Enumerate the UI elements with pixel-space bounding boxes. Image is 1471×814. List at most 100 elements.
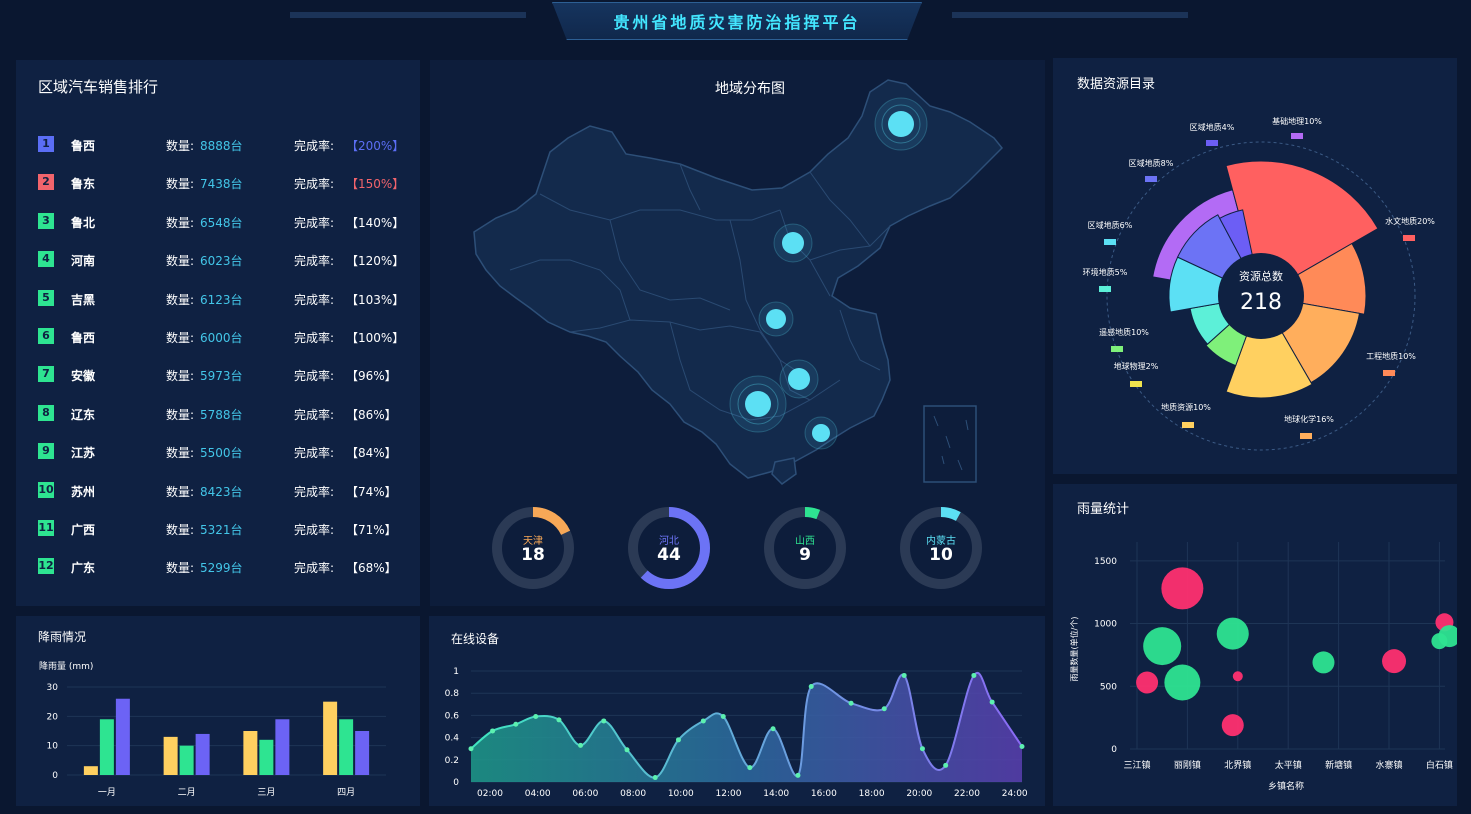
south-sea-inset <box>923 405 977 483</box>
rank-badge: 7 <box>38 366 54 383</box>
bubble-point <box>1143 627 1182 666</box>
rose-legend-mark <box>1104 239 1116 245</box>
hotspot-dot <box>888 111 914 137</box>
rose-legend-mark <box>1182 422 1194 428</box>
ranking-row: 6 鲁西 数量: 6000台 完成率: 【100%】 <box>16 326 416 346</box>
rain-ytick: 30 <box>47 683 59 693</box>
rate-value: 【150%】 <box>346 177 405 192</box>
hotspot-dot <box>745 391 771 417</box>
header: 贵州省地质灾害防治指挥平台 <box>0 0 1471 50</box>
bubble-point <box>1431 633 1448 650</box>
online-ytick: 0.2 <box>445 756 459 766</box>
rose-label: 地球化学16% <box>1284 414 1334 424</box>
qty-value: 5788台 <box>200 407 243 422</box>
rate-value: 【200%】 <box>346 139 405 153</box>
catalog-panel: 数据资源目录 资源总数 218 基础地理10% 区域地质4% 区域地质8% 区域地质6… <box>1053 58 1457 474</box>
rate-label: 完成率: <box>294 139 335 153</box>
qty-label: 数量: <box>166 331 195 345</box>
rank-badge: 12 <box>38 558 54 575</box>
rose-label: 水文地质20% <box>1385 216 1435 226</box>
rate-label: 完成率: <box>294 292 335 307</box>
map-panel: 地域分布图 天津 18 河北 44 山西 9 内蒙古 10 <box>430 60 1045 606</box>
rain-bar <box>195 733 210 775</box>
ranking-row: 2 鲁东 数量: 7438台 完成率: 【150%】 <box>16 172 416 192</box>
rain-xtick: 二月 <box>178 787 196 798</box>
region-name: 河南 <box>71 254 96 269</box>
rate-value: 【68%】 <box>346 561 397 576</box>
china-map <box>473 79 1004 589</box>
qty-label: 数量: <box>166 139 195 153</box>
rate-value: 【100%】 <box>346 331 405 345</box>
online-ytick: 1 <box>453 667 459 677</box>
rose-legend-mark <box>1145 176 1157 182</box>
ring-value: 10 <box>929 545 953 565</box>
rain-bar <box>323 701 338 775</box>
hotspot-dot <box>788 368 810 390</box>
qty-label: 数量: <box>166 446 195 461</box>
online-point <box>770 726 776 732</box>
rank-badge: 3 <box>38 212 54 229</box>
rate-value: 【120%】 <box>346 254 405 269</box>
online-xtick: 06:00 <box>572 789 598 799</box>
rain-bar <box>259 739 274 775</box>
bubble-xlabel: 乡镇名称 <box>1268 780 1304 792</box>
qty-label: 数量: <box>166 254 195 269</box>
bubble-xtick: 北界镇 <box>1224 759 1251 771</box>
rose-label: 遥感地质10% <box>1099 327 1149 337</box>
region-name: 鲁北 <box>71 215 96 230</box>
region-name: 鲁西 <box>71 139 96 153</box>
bubble-point <box>1382 649 1407 674</box>
rose-center-value: 218 <box>1240 290 1282 315</box>
qty-value: 8423台 <box>200 484 243 499</box>
rate-label: 完成率: <box>294 331 335 345</box>
qty-value: 8888台 <box>200 139 243 153</box>
bubble-point <box>1216 617 1249 650</box>
ranking-row: 10 苏州 数量: 8423台 完成率: 【74%】 <box>16 480 416 500</box>
hotspot-dot <box>812 424 830 442</box>
region-name: 广东 <box>71 561 96 576</box>
ranking-row: 1 鲁西 数量: 8888台 完成率: 【200%】 <box>16 134 416 154</box>
rate-value: 【86%】 <box>346 407 397 422</box>
online-point <box>919 746 925 752</box>
qty-label: 数量: <box>166 369 195 384</box>
qty-label: 数量: <box>166 484 195 499</box>
rain-bar <box>115 698 130 775</box>
rain-ytick: 0 <box>52 771 58 781</box>
rose-legend-mark <box>1403 235 1415 241</box>
bubble-xtick: 丽刚镇 <box>1174 759 1201 771</box>
bubble-ytick: 0 <box>1111 745 1117 755</box>
rank-badge: 6 <box>38 328 54 344</box>
online-point <box>578 742 584 748</box>
rose-center-label: 资源总数 <box>1239 269 1283 283</box>
bubble-ytick: 500 <box>1100 682 1117 692</box>
ranking-row: 4 河南 数量: 6023台 完成率: 【120%】 <box>16 249 416 269</box>
online-ytick: 0.6 <box>445 711 460 721</box>
rose-legend-mark <box>1111 346 1123 352</box>
hainan-island <box>771 457 797 485</box>
bubble-point <box>1221 714 1244 737</box>
online-area-chart: 0 0.2 0.4 0.6 0.8 1 02:00 04:00 06:00 08:00 10:00 1… <box>445 667 1028 799</box>
hotspot-dot <box>782 232 804 254</box>
online-ytick: 0 <box>453 778 459 788</box>
ranking-row: 9 江苏 数量: 5500台 完成率: 【84%】 <box>16 441 416 461</box>
online-xtick: 04:00 <box>525 789 551 799</box>
rate-label: 完成率: <box>294 561 335 576</box>
online-xtick: 12:00 <box>716 789 742 799</box>
rose-legend-mark <box>1206 140 1218 146</box>
rose-legend-mark <box>1130 381 1142 387</box>
rate-label: 完成率: <box>294 369 335 384</box>
ring-value: 18 <box>521 545 545 565</box>
region-name: 鲁西 <box>71 331 96 345</box>
bubble-point <box>1161 567 1204 610</box>
rose-label: 地质资源10% <box>1161 402 1211 412</box>
rose-legend-mark <box>1291 133 1303 139</box>
qty-value: 6000台 <box>200 331 243 345</box>
rain-xtick: 四月 <box>337 787 355 798</box>
bubble-point <box>1232 671 1243 682</box>
rate-label: 完成率: <box>294 177 335 192</box>
rain-bar <box>275 719 290 775</box>
online-panel: 在线设备 0 0.2 0.4 0.6 0.8 1 02:00 04:00 06:00 08:00 1… <box>429 616 1045 806</box>
rose-label: 区域地质4% <box>1190 122 1235 132</box>
ranking-row: 8 辽东 数量: 5788台 完成率: 【86%】 <box>16 403 416 423</box>
online-point <box>601 718 607 724</box>
